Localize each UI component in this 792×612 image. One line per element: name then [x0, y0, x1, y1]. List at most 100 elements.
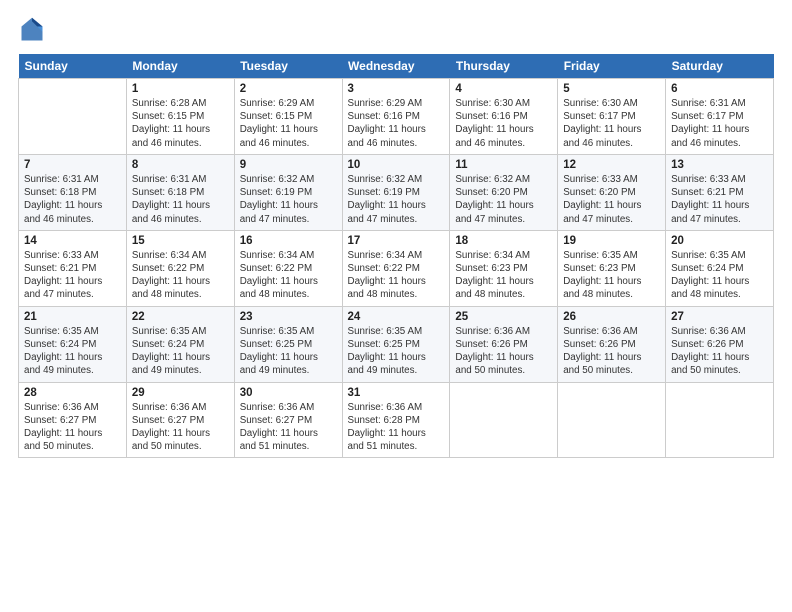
day-info: Sunrise: 6:35 AM Sunset: 6:25 PM Dayligh… — [348, 325, 445, 378]
calendar-header: SundayMondayTuesdayWednesdayThursdayFrid… — [19, 54, 774, 79]
calendar-cell: 24 Sunrise: 6:35 AM Sunset: 6:25 PM Dayli… — [342, 306, 450, 382]
day-info: Sunrise: 6:34 AM Sunset: 6:22 PM Dayligh… — [348, 249, 445, 302]
day-info: Sunrise: 6:34 AM Sunset: 6:22 PM Dayligh… — [132, 249, 229, 302]
calendar-cell: 17 Sunrise: 6:34 AM Sunset: 6:22 PM Dayli… — [342, 230, 450, 306]
calendar-table: SundayMondayTuesdayWednesdayThursdayFrid… — [18, 54, 774, 458]
day-number: 10 — [348, 159, 445, 171]
day-info: Sunrise: 6:28 AM Sunset: 6:15 PM Dayligh… — [132, 97, 229, 150]
calendar-cell: 25 Sunrise: 6:36 AM Sunset: 6:26 PM Dayli… — [450, 306, 558, 382]
day-info: Sunrise: 6:35 AM Sunset: 6:23 PM Dayligh… — [563, 249, 660, 302]
day-header-saturday: Saturday — [666, 54, 774, 79]
day-number: 23 — [240, 311, 337, 323]
day-number: 17 — [348, 235, 445, 247]
day-info: Sunrise: 6:36 AM Sunset: 6:26 PM Dayligh… — [455, 325, 552, 378]
day-number: 13 — [671, 159, 768, 171]
day-header-tuesday: Tuesday — [234, 54, 342, 79]
day-number: 18 — [455, 235, 552, 247]
day-number: 31 — [348, 387, 445, 399]
day-info: Sunrise: 6:36 AM Sunset: 6:26 PM Dayligh… — [671, 325, 768, 378]
header — [18, 16, 774, 44]
day-info: Sunrise: 6:36 AM Sunset: 6:28 PM Dayligh… — [348, 401, 445, 454]
calendar-cell: 31 Sunrise: 6:36 AM Sunset: 6:28 PM Dayli… — [342, 382, 450, 458]
day-info: Sunrise: 6:33 AM Sunset: 6:21 PM Dayligh… — [671, 173, 768, 226]
day-info: Sunrise: 6:32 AM Sunset: 6:20 PM Dayligh… — [455, 173, 552, 226]
day-number: 21 — [24, 311, 121, 323]
day-number: 29 — [132, 387, 229, 399]
calendar-cell: 10 Sunrise: 6:32 AM Sunset: 6:19 PM Dayli… — [342, 154, 450, 230]
week-row-2: 7 Sunrise: 6:31 AM Sunset: 6:18 PM Daylig… — [19, 154, 774, 230]
calendar-cell: 15Sunrise: 6:34 AM Sunset: 6:22 PM Dayli… — [126, 230, 234, 306]
day-number: 6 — [671, 83, 768, 95]
day-info: Sunrise: 6:33 AM Sunset: 6:21 PM Dayligh… — [24, 249, 121, 302]
day-number: 9 — [240, 159, 337, 171]
day-number: 7 — [24, 159, 121, 171]
day-header-friday: Friday — [558, 54, 666, 79]
calendar-cell: 29Sunrise: 6:36 AM Sunset: 6:27 PM Dayli… — [126, 382, 234, 458]
logo-icon — [18, 16, 46, 44]
day-number: 11 — [455, 159, 552, 171]
logo — [18, 16, 50, 44]
day-info: Sunrise: 6:34 AM Sunset: 6:23 PM Dayligh… — [455, 249, 552, 302]
day-number: 26 — [563, 311, 660, 323]
calendar-cell: 2 Sunrise: 6:29 AM Sunset: 6:15 PM Daylig… — [234, 79, 342, 155]
day-number: 4 — [455, 83, 552, 95]
day-info: Sunrise: 6:32 AM Sunset: 6:19 PM Dayligh… — [240, 173, 337, 226]
day-info: Sunrise: 6:35 AM Sunset: 6:25 PM Dayligh… — [240, 325, 337, 378]
day-header-thursday: Thursday — [450, 54, 558, 79]
calendar-cell: 7 Sunrise: 6:31 AM Sunset: 6:18 PM Daylig… — [19, 154, 127, 230]
day-number: 19 — [563, 235, 660, 247]
calendar-cell: 22Sunrise: 6:35 AM Sunset: 6:24 PM Dayli… — [126, 306, 234, 382]
week-row-5: 28 Sunrise: 6:36 AM Sunset: 6:27 PM Dayli… — [19, 382, 774, 458]
calendar-cell: 4 Sunrise: 6:30 AM Sunset: 6:16 PM Daylig… — [450, 79, 558, 155]
calendar-cell: 28 Sunrise: 6:36 AM Sunset: 6:27 PM Dayli… — [19, 382, 127, 458]
calendar-cell: 12 Sunrise: 6:33 AM Sunset: 6:20 PM Dayli… — [558, 154, 666, 230]
day-info: Sunrise: 6:36 AM Sunset: 6:27 PM Dayligh… — [24, 401, 121, 454]
calendar-cell: 1 Sunrise: 6:28 AM Sunset: 6:15 PM Daylig… — [126, 79, 234, 155]
day-info: Sunrise: 6:29 AM Sunset: 6:15 PM Dayligh… — [240, 97, 337, 150]
day-header-monday: Monday — [126, 54, 234, 79]
day-number: 30 — [240, 387, 337, 399]
calendar-cell: 18 Sunrise: 6:34 AM Sunset: 6:23 PM Dayli… — [450, 230, 558, 306]
calendar-cell: 20 Sunrise: 6:35 AM Sunset: 6:24 PM Dayli… — [666, 230, 774, 306]
day-header-wednesday: Wednesday — [342, 54, 450, 79]
week-row-1: 1 Sunrise: 6:28 AM Sunset: 6:15 PM Daylig… — [19, 79, 774, 155]
day-number: 24 — [348, 311, 445, 323]
day-number: 14 — [24, 235, 121, 247]
calendar-page: SundayMondayTuesdayWednesdayThursdayFrid… — [0, 0, 792, 612]
day-info: Sunrise: 6:33 AM Sunset: 6:20 PM Dayligh… — [563, 173, 660, 226]
day-number: 25 — [455, 311, 552, 323]
calendar-cell: 8Sunrise: 6:31 AM Sunset: 6:18 PM Daylig… — [126, 154, 234, 230]
day-number: 28 — [24, 387, 121, 399]
calendar-cell: 30Sunrise: 6:36 AM Sunset: 6:27 PM Dayli… — [234, 382, 342, 458]
day-info: Sunrise: 6:31 AM Sunset: 6:17 PM Dayligh… — [671, 97, 768, 150]
calendar-cell: 27 Sunrise: 6:36 AM Sunset: 6:26 PM Dayli… — [666, 306, 774, 382]
calendar-body: 1 Sunrise: 6:28 AM Sunset: 6:15 PM Daylig… — [19, 79, 774, 458]
calendar-cell: 5Sunrise: 6:30 AM Sunset: 6:17 PM Daylig… — [558, 79, 666, 155]
calendar-cell: 3 Sunrise: 6:29 AM Sunset: 6:16 PM Daylig… — [342, 79, 450, 155]
calendar-cell — [450, 382, 558, 458]
day-info: Sunrise: 6:31 AM Sunset: 6:18 PM Dayligh… — [132, 173, 229, 226]
calendar-cell: 19 Sunrise: 6:35 AM Sunset: 6:23 PM Dayli… — [558, 230, 666, 306]
calendar-cell: 14 Sunrise: 6:33 AM Sunset: 6:21 PM Dayli… — [19, 230, 127, 306]
day-info: Sunrise: 6:35 AM Sunset: 6:24 PM Dayligh… — [132, 325, 229, 378]
day-info: Sunrise: 6:31 AM Sunset: 6:18 PM Dayligh… — [24, 173, 121, 226]
day-info: Sunrise: 6:32 AM Sunset: 6:19 PM Dayligh… — [348, 173, 445, 226]
day-info: Sunrise: 6:35 AM Sunset: 6:24 PM Dayligh… — [24, 325, 121, 378]
day-info: Sunrise: 6:29 AM Sunset: 6:16 PM Dayligh… — [348, 97, 445, 150]
day-number: 3 — [348, 83, 445, 95]
day-info: Sunrise: 6:36 AM Sunset: 6:26 PM Dayligh… — [563, 325, 660, 378]
day-number: 2 — [240, 83, 337, 95]
calendar-cell: 16Sunrise: 6:34 AM Sunset: 6:22 PM Dayli… — [234, 230, 342, 306]
day-number: 20 — [671, 235, 768, 247]
day-info: Sunrise: 6:35 AM Sunset: 6:24 PM Dayligh… — [671, 249, 768, 302]
day-number: 12 — [563, 159, 660, 171]
day-info: Sunrise: 6:30 AM Sunset: 6:16 PM Dayligh… — [455, 97, 552, 150]
day-info: Sunrise: 6:34 AM Sunset: 6:22 PM Dayligh… — [240, 249, 337, 302]
calendar-cell: 23 Sunrise: 6:35 AM Sunset: 6:25 PM Dayli… — [234, 306, 342, 382]
day-number: 27 — [671, 311, 768, 323]
day-number: 1 — [132, 83, 229, 95]
calendar-cell — [19, 79, 127, 155]
calendar-cell: 9 Sunrise: 6:32 AM Sunset: 6:19 PM Daylig… — [234, 154, 342, 230]
calendar-cell: 26 Sunrise: 6:36 AM Sunset: 6:26 PM Dayli… — [558, 306, 666, 382]
day-info: Sunrise: 6:30 AM Sunset: 6:17 PM Dayligh… — [563, 97, 660, 150]
